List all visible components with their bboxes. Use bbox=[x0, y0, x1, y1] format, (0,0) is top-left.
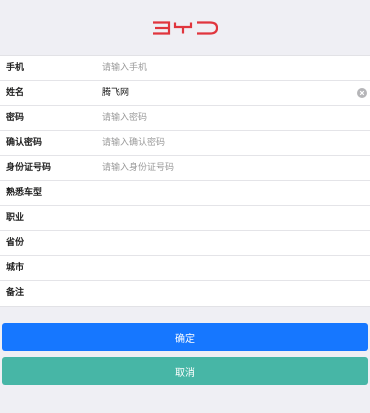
phone-input[interactable]: 请输入手机 bbox=[102, 56, 147, 80]
password-input[interactable]: 请输入密码 bbox=[102, 106, 147, 130]
car-model-row[interactable]: 熟悉车型 bbox=[0, 181, 370, 206]
car-model-label: 熟悉车型 bbox=[6, 188, 43, 198]
id-number-input[interactable]: 请输入身份证号码 bbox=[102, 156, 174, 180]
occupation-row[interactable]: 职业 bbox=[0, 206, 370, 231]
cancel-button[interactable]: 取消 bbox=[2, 357, 368, 385]
password-row: 密码 请输入密码 bbox=[0, 106, 370, 131]
confirm-password-input[interactable]: 请输入确认密码 bbox=[102, 131, 165, 155]
province-row[interactable]: 省份 bbox=[0, 231, 370, 256]
header bbox=[0, 0, 370, 55]
password-label: 密码 bbox=[6, 113, 25, 123]
confirm-password-row: 确认密码 请输入确认密码 bbox=[0, 131, 370, 156]
clear-icon[interactable] bbox=[357, 88, 367, 98]
occupation-label: 职业 bbox=[6, 213, 25, 223]
remarks-label: 备注 bbox=[6, 288, 25, 298]
id-number-row: 身份证号码 请输入身份证号码 bbox=[0, 156, 370, 181]
name-input[interactable]: 腾飞网 bbox=[102, 81, 129, 105]
confirm-button[interactable]: 确定 bbox=[2, 323, 368, 351]
byd-logo bbox=[153, 20, 218, 35]
name-row: 姓名 腾飞网 bbox=[0, 81, 370, 106]
city-row[interactable]: 城市 bbox=[0, 256, 370, 281]
phone-row: 手机 请输入手机 bbox=[0, 56, 370, 81]
city-label: 城市 bbox=[6, 263, 25, 273]
id-number-label: 身份证号码 bbox=[6, 163, 52, 173]
remarks-row[interactable]: 备注 bbox=[0, 281, 370, 306]
province-label: 省份 bbox=[6, 238, 25, 248]
name-label: 姓名 bbox=[6, 88, 25, 98]
confirm-password-label: 确认密码 bbox=[6, 138, 43, 148]
phone-label: 手机 bbox=[6, 63, 25, 73]
registration-form: 手机 请输入手机 姓名 腾飞网 密码 请输入密码 确认密码 请输入确认密码 身份… bbox=[0, 55, 370, 307]
